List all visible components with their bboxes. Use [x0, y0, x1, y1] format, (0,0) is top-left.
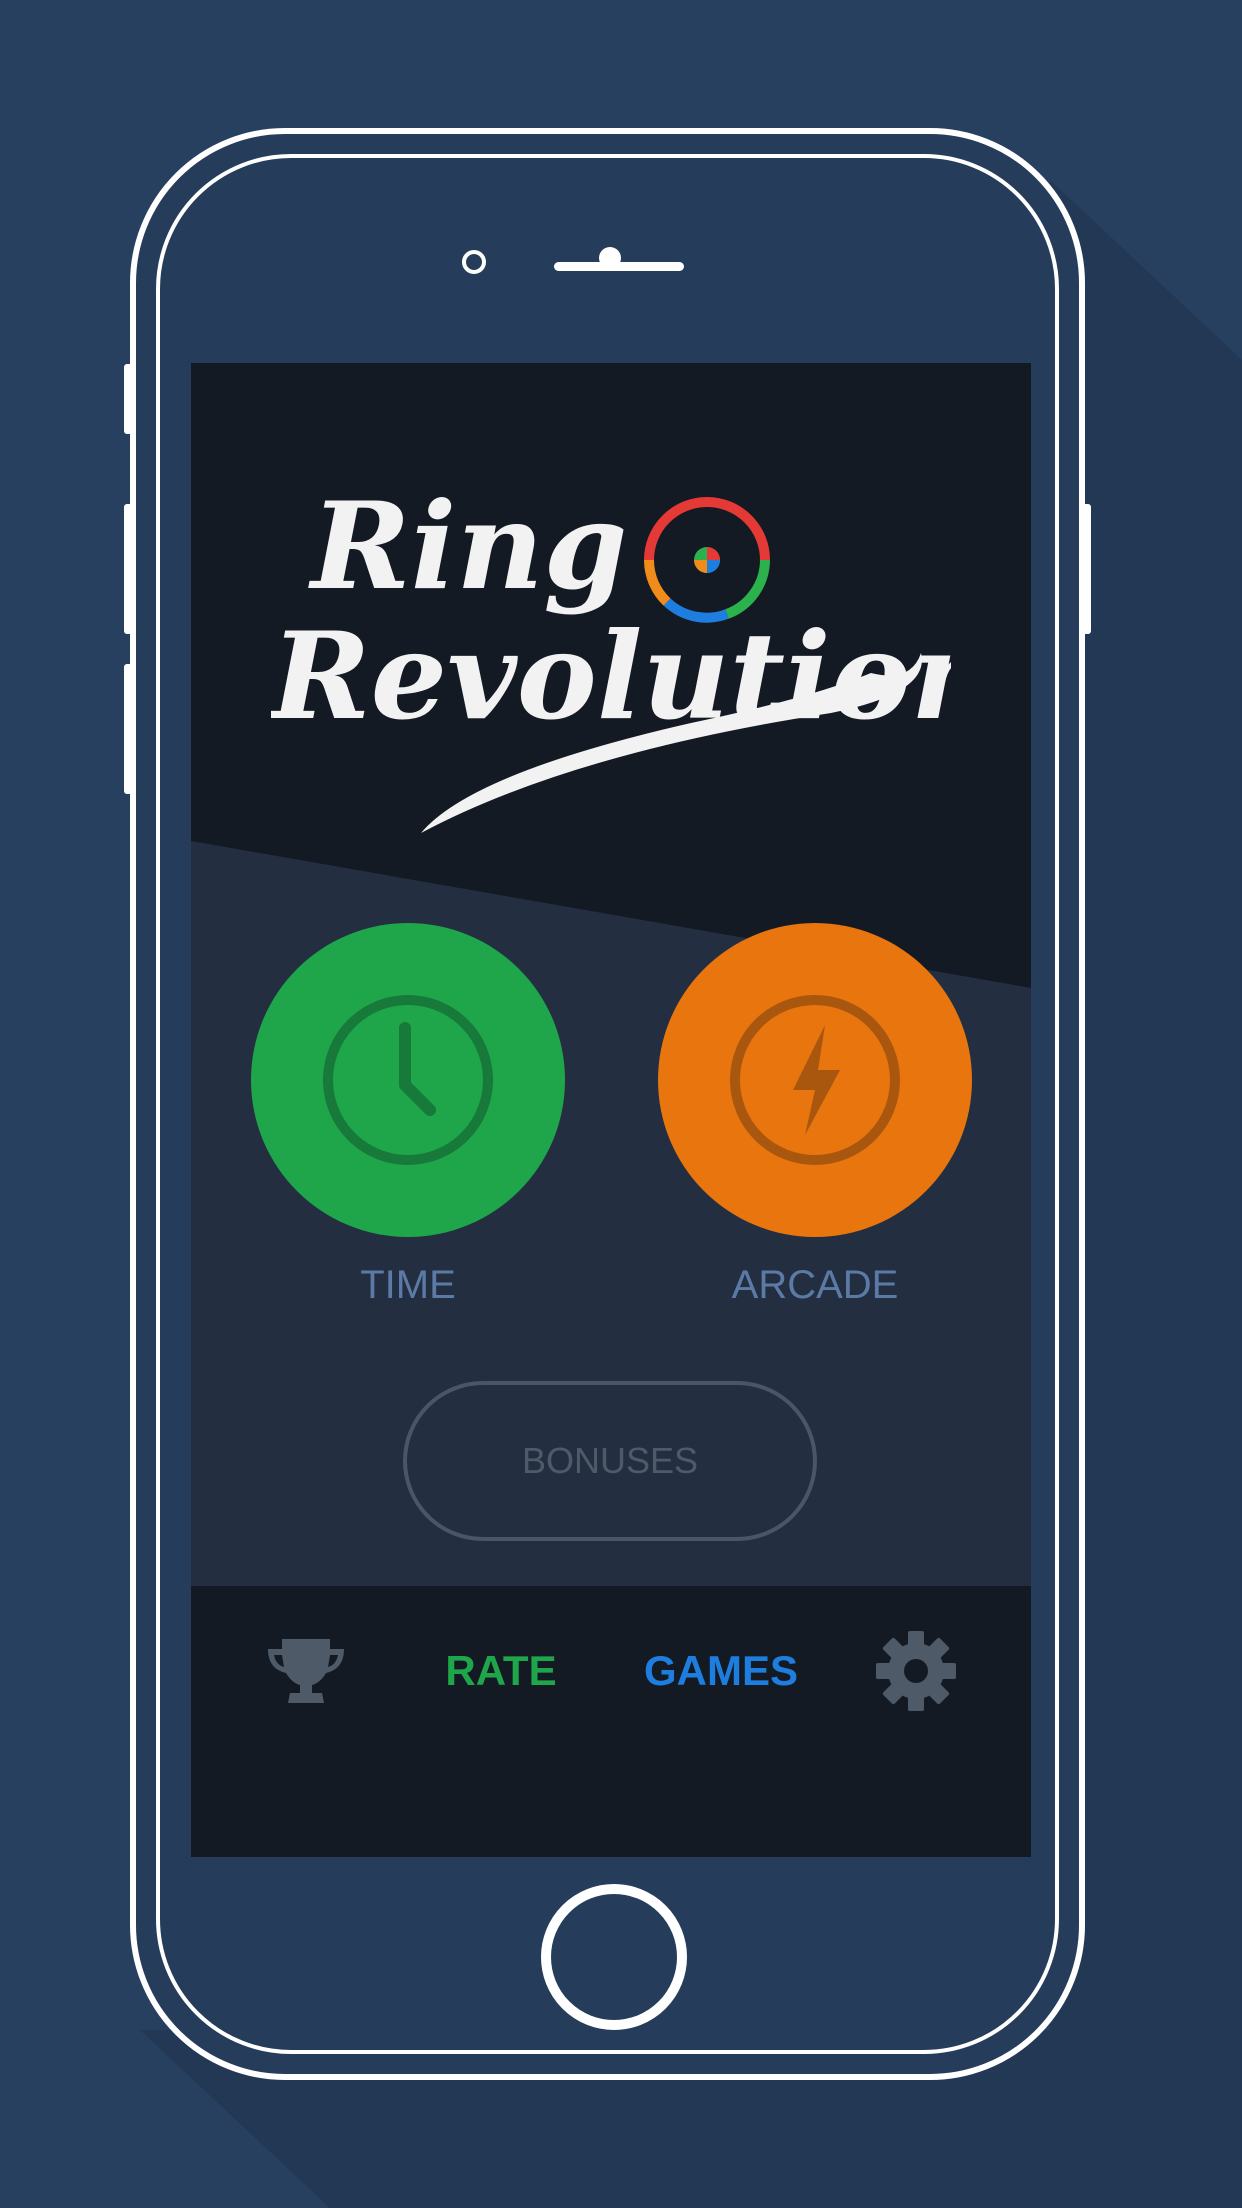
side-button-mute	[124, 364, 134, 434]
trophy-icon	[268, 1639, 344, 1703]
app-logo: Ring Revolution	[271, 476, 951, 833]
settings-button[interactable]	[871, 1626, 961, 1716]
time-mode-button[interactable]	[251, 923, 565, 1237]
side-button-power	[1081, 504, 1091, 634]
arcade-mode-button[interactable]	[658, 923, 972, 1237]
clock-icon	[323, 995, 493, 1165]
lightning-icon	[730, 995, 900, 1165]
app-screen: Ring Revolution TIME ARCADE BONUSES RATE…	[191, 363, 1031, 1857]
leaderboard-button[interactable]	[261, 1626, 351, 1716]
bonuses-button[interactable]: BONUSES	[403, 1381, 817, 1541]
logo-text-line1: Ring	[308, 476, 627, 617]
proximity-sensor	[462, 250, 486, 274]
rate-button[interactable]: RATE	[421, 1626, 581, 1716]
side-button-volume-up	[124, 504, 134, 634]
earpiece-speaker	[554, 262, 684, 271]
gear-icon	[876, 1631, 956, 1711]
ring-logo-icon	[644, 497, 770, 623]
games-button[interactable]: GAMES	[621, 1626, 821, 1716]
time-mode-label: TIME	[360, 1263, 456, 1307]
arcade-mode-label: ARCADE	[731, 1263, 899, 1307]
logo-text-line2: Revolution	[271, 606, 951, 747]
home-button[interactable]	[541, 1884, 687, 2030]
bottom-nav-bar: RATE GAMES	[191, 1586, 1031, 1857]
side-button-volume-down	[124, 664, 134, 794]
